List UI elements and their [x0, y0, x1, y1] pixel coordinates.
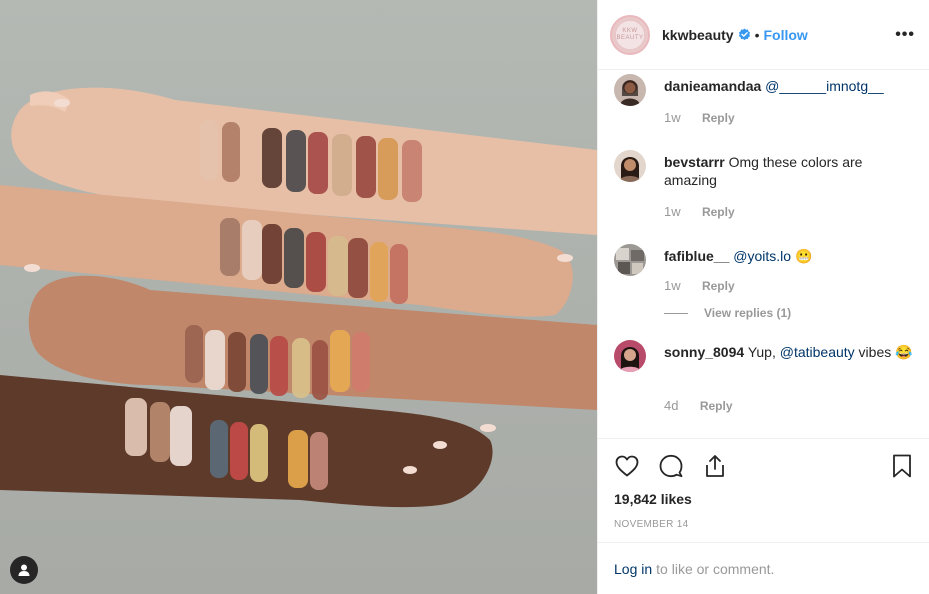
comment-time[interactable]: 1w: [664, 110, 681, 125]
view-replies-label: View replies (1): [704, 306, 792, 320]
follow-button[interactable]: Follow: [764, 27, 808, 43]
reply-button[interactable]: Reply: [700, 399, 733, 413]
login-link[interactable]: Log in: [614, 561, 652, 577]
post-actions: 19,842 likes NOVEMBER 14: [598, 438, 929, 542]
share-icon[interactable]: [702, 453, 728, 479]
comment-item: sonny_8094 Yup, @tatibeauty vibes 😂 4d R…: [614, 340, 913, 430]
post-photo[interactable]: [0, 0, 597, 594]
comment-item: danieamandaa @______imnotg__ 1w Reply: [614, 74, 913, 146]
comment-meta: 4d Reply: [664, 398, 733, 413]
author-avatar[interactable]: KKW BEAUTY: [610, 14, 650, 55]
comment-time[interactable]: 4d: [664, 398, 678, 413]
view-replies-line: [664, 312, 688, 314]
heart-icon[interactable]: [614, 453, 640, 479]
comment-meta: 1w Reply: [664, 204, 735, 219]
comment-mention[interactable]: @tatibeauty: [780, 344, 855, 360]
comment-username[interactable]: sonny_8094: [664, 344, 744, 360]
comment-text: fafiblue__ @yoits.lo 😬: [664, 247, 913, 265]
comment-username[interactable]: fafiblue__: [664, 248, 729, 264]
reply-button[interactable]: Reply: [702, 279, 735, 293]
post-date[interactable]: NOVEMBER 14: [614, 519, 688, 530]
reply-button[interactable]: Reply: [702, 205, 735, 219]
user-tag-icon: [18, 564, 30, 576]
post-sidebar: KKW BEAUTY kkwbeauty • Follow ••• daniea…: [597, 0, 929, 594]
login-prompt-text: to like or comment.: [656, 560, 775, 577]
user-tag-button[interactable]: [10, 556, 38, 584]
header-separator: •: [754, 26, 760, 43]
commenter-avatar[interactable]: [614, 150, 646, 182]
action-icons: [614, 453, 915, 479]
likes-count[interactable]: 19,842 likes: [614, 491, 692, 507]
comment-message: Yup,: [747, 344, 776, 360]
comment-icon[interactable]: [658, 453, 684, 479]
login-prompt: Log in to like or comment.: [598, 542, 929, 594]
comment-text: bevstarrr Omg these colors are amazing: [664, 153, 913, 189]
comments-list[interactable]: danieamandaa @______imnotg__ 1w Reply be…: [598, 70, 929, 438]
reply-button[interactable]: Reply: [702, 111, 735, 125]
comment-meta: 1w Reply: [664, 110, 735, 125]
author-username[interactable]: kkwbeauty: [662, 27, 734, 43]
commenter-avatar[interactable]: [614, 74, 646, 106]
bookmark-icon[interactable]: [889, 453, 915, 479]
commenter-avatar[interactable]: [614, 244, 646, 276]
comment-mention[interactable]: @yoits.lo: [733, 248, 791, 264]
comment-mention[interactable]: @______imnotg__: [765, 78, 884, 94]
comment-item: bevstarrr Omg these colors are amazing 1…: [614, 150, 913, 240]
comment-time[interactable]: 1w: [664, 278, 681, 293]
commenter-avatar[interactable]: [614, 340, 646, 372]
comment-emoji: 😬: [794, 248, 813, 264]
more-options-icon[interactable]: •••: [895, 26, 915, 44]
post-header: KKW BEAUTY kkwbeauty • Follow •••: [598, 0, 929, 70]
comment-meta: 1w Reply: [664, 278, 735, 293]
comment-item: fafiblue__ @yoits.lo 😬 1w Reply View rep…: [614, 244, 913, 324]
swatch-arms-illustration: [0, 87, 597, 508]
view-replies-button[interactable]: View replies (1): [664, 306, 791, 320]
avatar-logo-text: KKW BEAUTY: [616, 27, 644, 41]
comment-suffix: vibes 😂: [858, 344, 913, 360]
comment-text: danieamandaa @______imnotg__: [664, 77, 913, 95]
comment-username[interactable]: danieamandaa: [664, 78, 761, 94]
comment-text: sonny_8094 Yup, @tatibeauty vibes 😂: [664, 343, 913, 361]
comment-time[interactable]: 1w: [664, 204, 681, 219]
comment-username[interactable]: bevstarrr: [664, 154, 725, 170]
verified-badge-icon: [738, 28, 750, 41]
